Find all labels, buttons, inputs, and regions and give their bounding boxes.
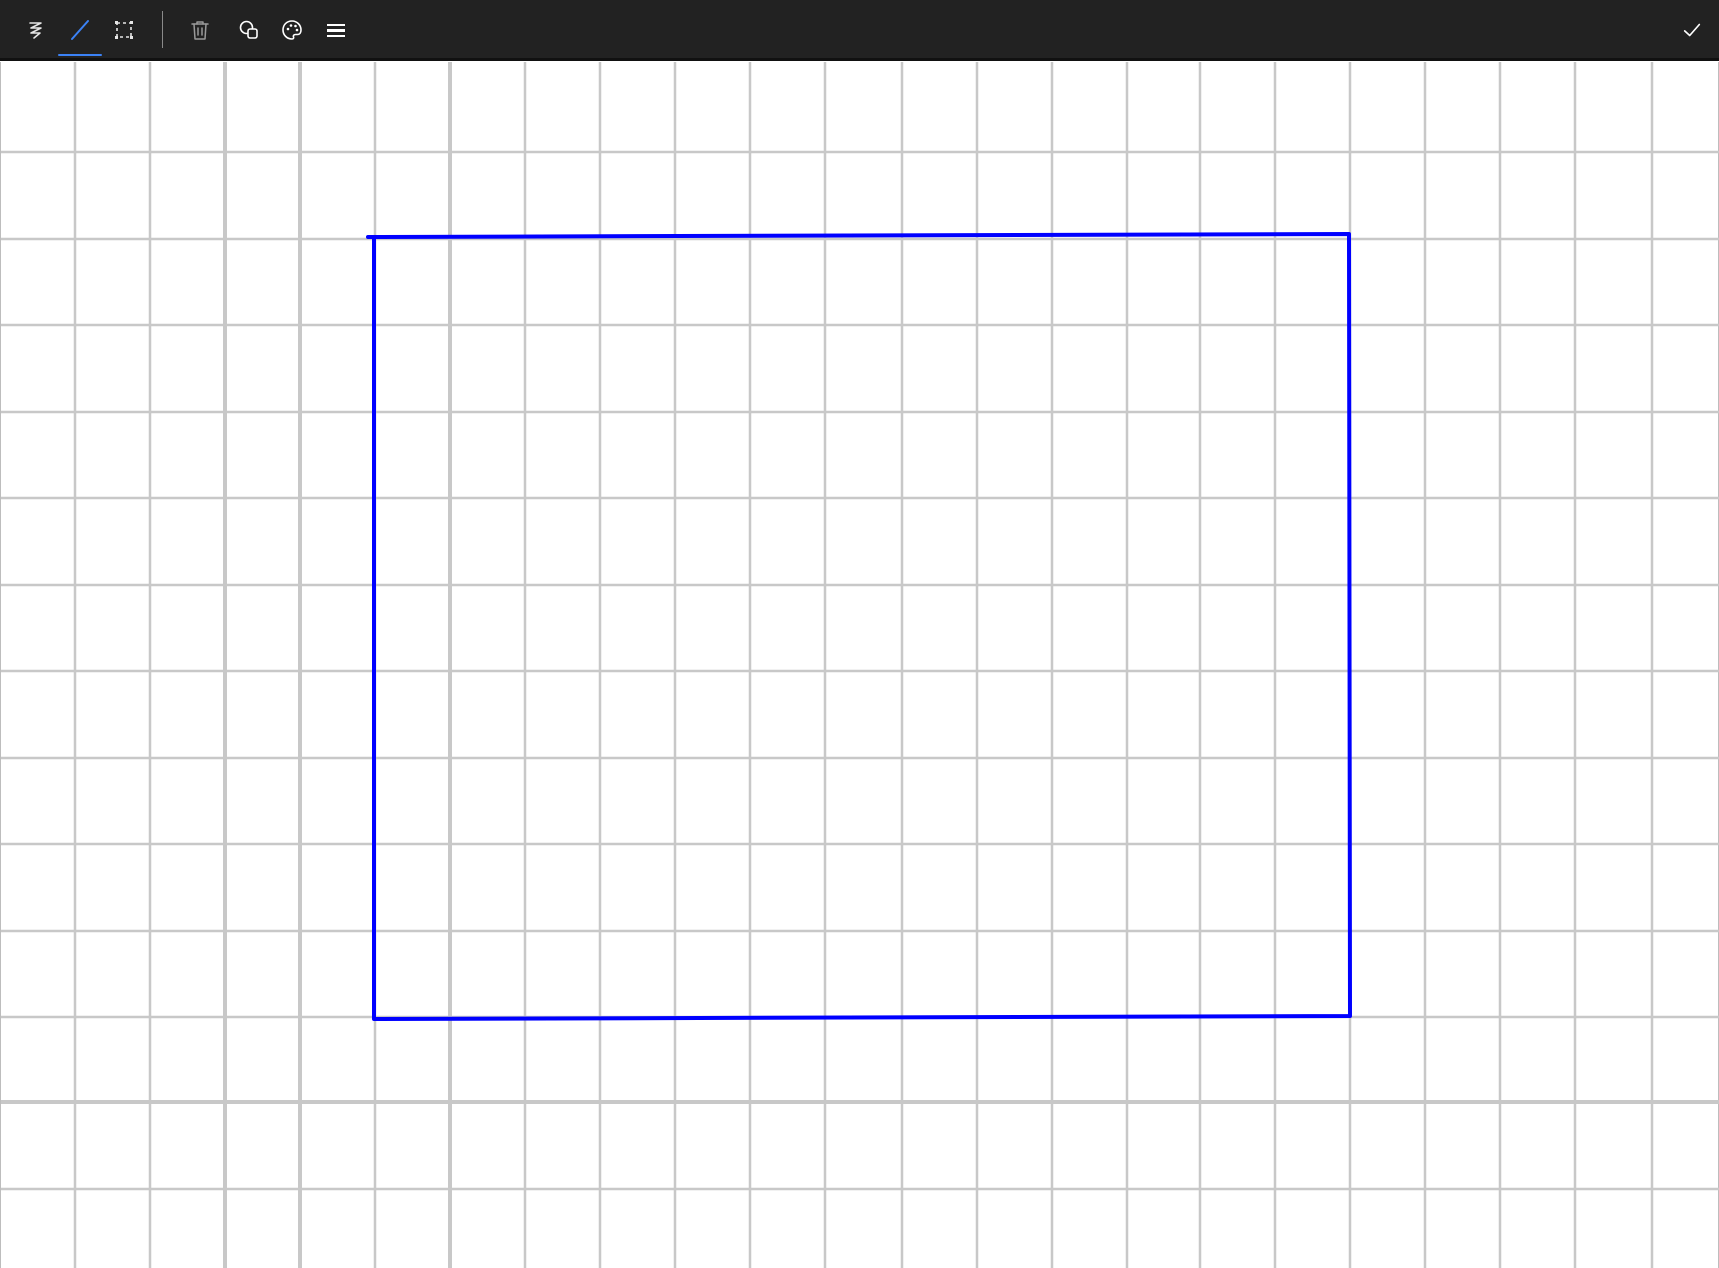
confirm-button[interactable] — [1670, 8, 1714, 52]
drawing-canvas[interactable] — [0, 62, 1719, 1268]
canvas-surface — [1, 62, 1719, 1268]
shapes-icon — [237, 18, 261, 42]
shapes-button[interactable] — [227, 8, 271, 52]
stroke-width-button[interactable] — [314, 8, 358, 52]
toolbar-divider — [162, 11, 163, 48]
line-tool-button[interactable] — [58, 8, 102, 56]
freehand-tool-button[interactable] — [14, 8, 58, 52]
dashed-rectangle-icon — [112, 18, 136, 42]
palette-icon — [280, 18, 304, 42]
line-weight-icon — [324, 18, 348, 42]
grid-lines — [1, 62, 1719, 1268]
drawing-toolbar — [0, 0, 1719, 61]
drawn-rectangle-stroke[interactable] — [366, 232, 1352, 1021]
squiggle-pen-icon — [24, 18, 48, 42]
trash-icon — [188, 18, 212, 42]
line-tool-icon — [67, 17, 93, 43]
rectangle-select-tool-button[interactable] — [102, 8, 146, 52]
delete-button[interactable] — [178, 8, 222, 52]
color-button[interactable] — [270, 8, 314, 52]
checkmark-icon — [1681, 19, 1703, 41]
